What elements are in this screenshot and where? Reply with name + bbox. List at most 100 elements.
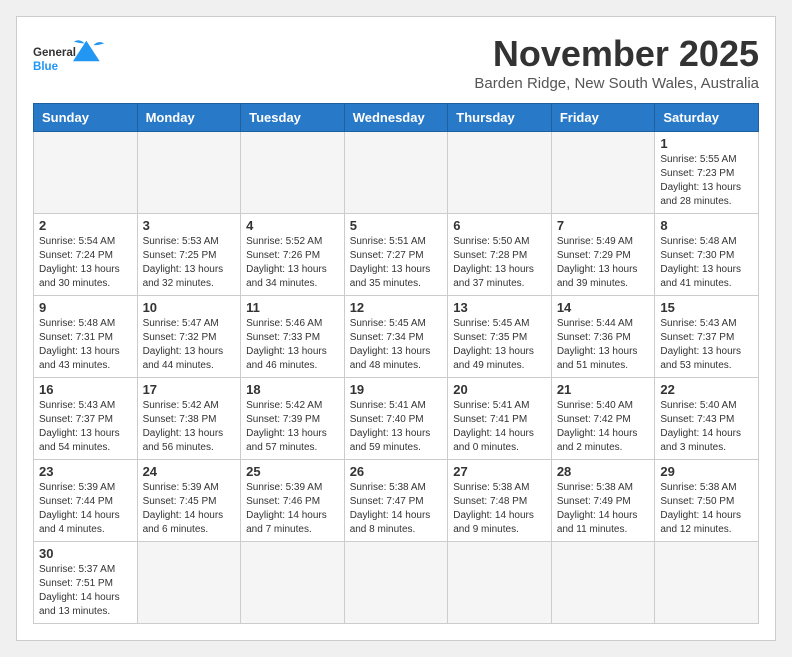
day-number: 9 — [39, 300, 132, 315]
day-info: Sunrise: 5:45 AM Sunset: 7:34 PM Dayligh… — [350, 317, 443, 373]
day-info: Sunrise: 5:40 AM Sunset: 7:42 PM Dayligh… — [557, 399, 650, 455]
calendar-day-cell: 14Sunrise: 5:44 AM Sunset: 7:36 PM Dayli… — [551, 296, 655, 378]
day-info: Sunrise: 5:48 AM Sunset: 7:30 PM Dayligh… — [660, 235, 753, 291]
day-of-week-header: Thursday — [448, 104, 552, 132]
logo-svg: General Blue — [33, 33, 113, 93]
calendar-day-cell — [34, 132, 138, 214]
day-number: 25 — [246, 464, 339, 479]
calendar-day-cell — [344, 542, 448, 624]
calendar-week-row: 2Sunrise: 5:54 AM Sunset: 7:24 PM Daylig… — [34, 214, 759, 296]
day-number: 8 — [660, 218, 753, 233]
calendar-day-cell: 25 Sunrise: 5:39 AM Sunset: 7:46 PM Dayli… — [241, 460, 345, 542]
day-of-week-header: Wednesday — [344, 104, 448, 132]
day-info: Sunrise: 5:52 AM Sunset: 7:26 PM Dayligh… — [246, 235, 339, 291]
day-number: 4 — [246, 218, 339, 233]
day-info: Sunrise: 5:39 AM Sunset: 7:44 PM Dayligh… — [39, 481, 132, 537]
calendar-day-cell: 12 Sunrise: 5:45 AM Sunset: 7:34 PM Dayli… — [344, 296, 448, 378]
day-info: Sunrise: 5:44 AM Sunset: 7:36 PM Dayligh… — [557, 317, 650, 373]
calendar-day-cell: 2Sunrise: 5:54 AM Sunset: 7:24 PM Daylig… — [34, 214, 138, 296]
day-number: 27 — [453, 464, 546, 479]
day-number: 16 — [39, 382, 132, 397]
calendar-day-cell: 27 Sunrise: 5:38 AM Sunset: 7:48 PM Dayli… — [448, 460, 552, 542]
calendar-day-cell: 22Sunrise: 5:40 AM Sunset: 7:43 PM Dayli… — [655, 378, 759, 460]
day-number: 1 — [660, 136, 753, 151]
calendar-day-cell: 17Sunrise: 5:42 AM Sunset: 7:38 PM Dayli… — [137, 378, 241, 460]
day-of-week-header: Friday — [551, 104, 655, 132]
calendar-week-row: 9 Sunrise: 5:48 AM Sunset: 7:31 PM Daylig… — [34, 296, 759, 378]
location: Barden Ridge, New South Wales, Australia — [474, 75, 759, 92]
day-of-week-header: Tuesday — [241, 104, 345, 132]
calendar-day-cell: 5Sunrise: 5:51 AM Sunset: 7:27 PM Daylig… — [344, 214, 448, 296]
day-number: 17 — [143, 382, 236, 397]
day-info: Sunrise: 5:43 AM Sunset: 7:37 PM Dayligh… — [660, 317, 753, 373]
day-info: Sunrise: 5:39 AM Sunset: 7:46 PM Dayligh… — [246, 481, 339, 537]
day-info: Sunrise: 5:47 AM Sunset: 7:32 PM Dayligh… — [143, 317, 236, 373]
day-info: Sunrise: 5:43 AM Sunset: 7:37 PM Dayligh… — [39, 399, 132, 455]
calendar-day-cell: 21 Sunrise: 5:40 AM Sunset: 7:42 PM Dayli… — [551, 378, 655, 460]
calendar-day-cell: 9 Sunrise: 5:48 AM Sunset: 7:31 PM Daylig… — [34, 296, 138, 378]
logo: General Blue — [33, 33, 113, 93]
day-number: 12 — [350, 300, 443, 315]
calendar-day-cell — [551, 132, 655, 214]
day-number: 23 — [39, 464, 132, 479]
day-number: 26 — [350, 464, 443, 479]
day-info: Sunrise: 5:40 AM Sunset: 7:43 PM Dayligh… — [660, 399, 753, 455]
calendar-day-cell: 7 Sunrise: 5:49 AM Sunset: 7:29 PM Daylig… — [551, 214, 655, 296]
calendar-day-cell: 18Sunrise: 5:42 AM Sunset: 7:39 PM Dayli… — [241, 378, 345, 460]
day-number: 10 — [143, 300, 236, 315]
day-info: Sunrise: 5:53 AM Sunset: 7:25 PM Dayligh… — [143, 235, 236, 291]
day-number: 20 — [453, 382, 546, 397]
calendar-day-cell: 26 Sunrise: 5:38 AM Sunset: 7:47 PM Dayli… — [344, 460, 448, 542]
day-number: 28 — [557, 464, 650, 479]
calendar-day-cell — [448, 542, 552, 624]
calendar-day-cell: 19Sunrise: 5:41 AM Sunset: 7:40 PM Dayli… — [344, 378, 448, 460]
day-number: 21 — [557, 382, 650, 397]
calendar-day-cell — [344, 132, 448, 214]
header: General Blue November 2025 Barden Ridge,… — [33, 33, 759, 93]
day-info: Sunrise: 5:48 AM Sunset: 7:31 PM Dayligh… — [39, 317, 132, 373]
calendar-day-cell: 10 Sunrise: 5:47 AM Sunset: 7:32 PM Dayli… — [137, 296, 241, 378]
day-info: Sunrise: 5:38 AM Sunset: 7:47 PM Dayligh… — [350, 481, 443, 537]
day-info: Sunrise: 5:42 AM Sunset: 7:39 PM Dayligh… — [246, 399, 339, 455]
calendar-day-cell — [551, 542, 655, 624]
day-info: Sunrise: 5:46 AM Sunset: 7:33 PM Dayligh… — [246, 317, 339, 373]
calendar-day-cell — [655, 542, 759, 624]
calendar-day-cell: 30Sunrise: 5:37 AM Sunset: 7:51 PM Dayli… — [34, 542, 138, 624]
calendar-table: SundayMondayTuesdayWednesdayThursdayFrid… — [33, 103, 759, 624]
day-info: Sunrise: 5:49 AM Sunset: 7:29 PM Dayligh… — [557, 235, 650, 291]
day-number: 15 — [660, 300, 753, 315]
day-info: Sunrise: 5:41 AM Sunset: 7:41 PM Dayligh… — [453, 399, 546, 455]
calendar-day-cell: 28Sunrise: 5:38 AM Sunset: 7:49 PM Dayli… — [551, 460, 655, 542]
calendar-day-cell: 13Sunrise: 5:45 AM Sunset: 7:35 PM Dayli… — [448, 296, 552, 378]
svg-text:General: General — [33, 47, 76, 59]
day-number: 30 — [39, 546, 132, 561]
month-title: November 2025 — [474, 33, 759, 75]
day-number: 6 — [453, 218, 546, 233]
calendar-day-cell: 29Sunrise: 5:38 AM Sunset: 7:50 PM Dayli… — [655, 460, 759, 542]
day-number: 2 — [39, 218, 132, 233]
calendar-day-cell: 8 Sunrise: 5:48 AM Sunset: 7:30 PM Daylig… — [655, 214, 759, 296]
calendar-day-cell — [137, 542, 241, 624]
title-block: November 2025 Barden Ridge, New South Wa… — [474, 33, 759, 92]
calendar-day-cell — [448, 132, 552, 214]
calendar-day-cell: 20 Sunrise: 5:41 AM Sunset: 7:41 PM Dayli… — [448, 378, 552, 460]
day-info: Sunrise: 5:55 AM Sunset: 7:23 PM Dayligh… — [660, 153, 753, 209]
calendar-day-cell — [241, 542, 345, 624]
day-of-week-header: Sunday — [34, 104, 138, 132]
calendar-day-cell: 11 Sunrise: 5:46 AM Sunset: 7:33 PM Dayli… — [241, 296, 345, 378]
day-number: 13 — [453, 300, 546, 315]
day-number: 24 — [143, 464, 236, 479]
day-of-week-header: Saturday — [655, 104, 759, 132]
day-number: 11 — [246, 300, 339, 315]
day-info: Sunrise: 5:39 AM Sunset: 7:45 PM Dayligh… — [143, 481, 236, 537]
calendar-day-cell: 4 Sunrise: 5:52 AM Sunset: 7:26 PM Daylig… — [241, 214, 345, 296]
day-number: 7 — [557, 218, 650, 233]
calendar-week-row: 1 Sunrise: 5:55 AM Sunset: 7:23 PM Daylig… — [34, 132, 759, 214]
calendar-week-row: 16 Sunrise: 5:43 AM Sunset: 7:37 PM Dayli… — [34, 378, 759, 460]
calendar-week-row: 30Sunrise: 5:37 AM Sunset: 7:51 PM Dayli… — [34, 542, 759, 624]
calendar-day-cell: 1 Sunrise: 5:55 AM Sunset: 7:23 PM Daylig… — [655, 132, 759, 214]
calendar-day-cell: 24 Sunrise: 5:39 AM Sunset: 7:45 PM Dayli… — [137, 460, 241, 542]
day-info: Sunrise: 5:38 AM Sunset: 7:48 PM Dayligh… — [453, 481, 546, 537]
svg-text:Blue: Blue — [33, 61, 59, 73]
day-info: Sunrise: 5:51 AM Sunset: 7:27 PM Dayligh… — [350, 235, 443, 291]
